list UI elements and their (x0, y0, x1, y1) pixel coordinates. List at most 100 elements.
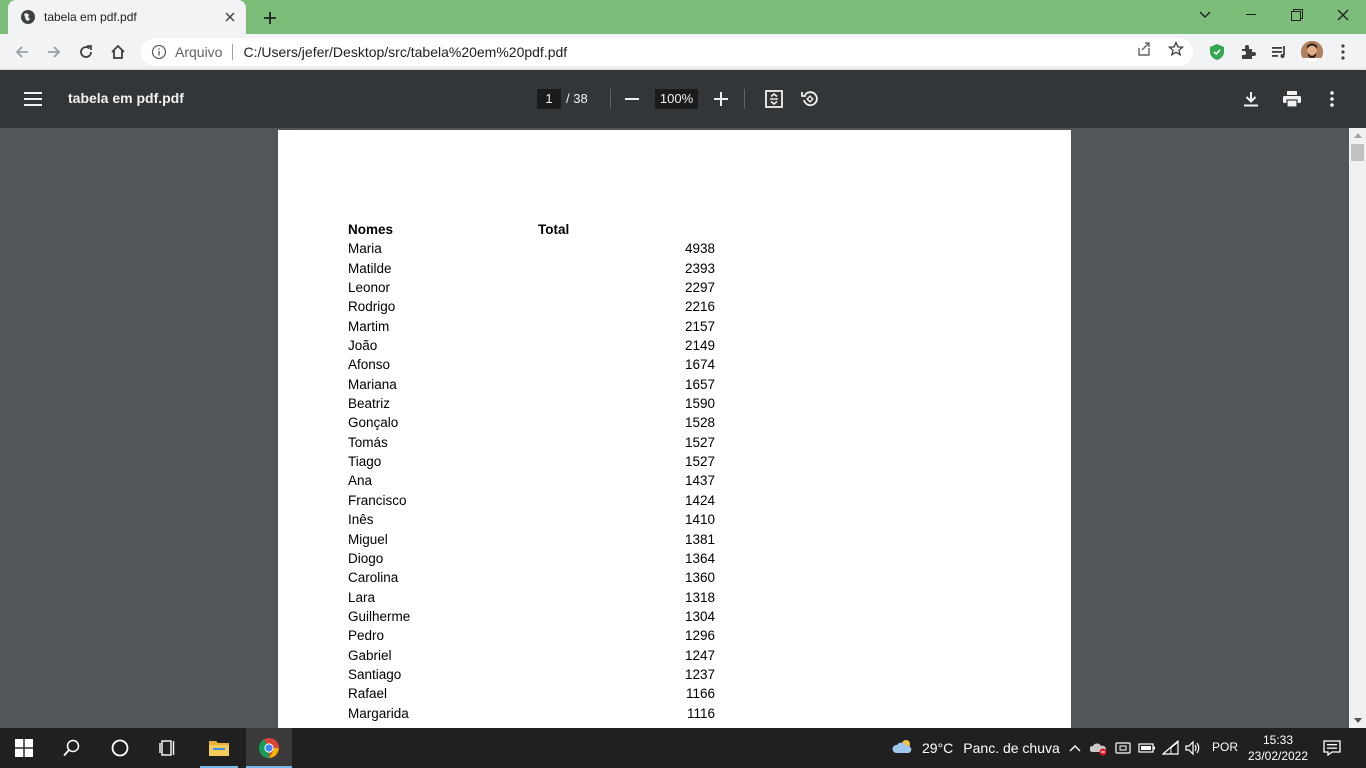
tab-title: tabela em pdf.pdf (44, 10, 137, 24)
windows-start-icon[interactable] (0, 728, 48, 768)
scroll-down-arrow-icon[interactable] (1349, 713, 1366, 728)
system-clock[interactable]: 15:33 23/02/2022 (1246, 732, 1310, 764)
windows-taskbar: 29°C Panc. de chuva POR 15:33 23/02/2022 (0, 728, 1366, 768)
scroll-up-arrow-icon[interactable] (1349, 128, 1366, 143)
vertical-scrollbar[interactable] (1349, 128, 1366, 728)
scrollbar-thumb[interactable] (1351, 144, 1364, 161)
zoom-in-button[interactable] (709, 87, 733, 111)
zoom-input[interactable]: 100% (655, 89, 698, 109)
file-explorer-icon[interactable] (195, 728, 243, 768)
row-name: Afonso (348, 357, 391, 373)
close-tab-icon[interactable] (222, 9, 238, 25)
row-total: 2157 (684, 318, 715, 334)
reload-button[interactable] (72, 38, 100, 66)
input-language[interactable]: POR (1212, 740, 1238, 754)
row-total: 1437 (684, 473, 715, 489)
url-text[interactable]: C:/Users/jefer/Desktop/src/tabela%20em%2… (243, 44, 567, 60)
close-window-button[interactable] (1320, 0, 1366, 30)
tab-search-button[interactable] (1182, 0, 1228, 30)
new-tab-button[interactable] (258, 6, 282, 30)
row-name: Leonor (348, 280, 391, 296)
row-total: 1528 (684, 415, 715, 431)
bookmark-star-icon[interactable] (1167, 40, 1185, 58)
browser-tab[interactable]: tabela em pdf.pdf (8, 0, 246, 34)
row-name: Maria (348, 241, 382, 257)
row-name: Carolina (348, 570, 399, 586)
scheme-label: Arquivo (175, 44, 223, 60)
pdf-toolbar: tabela em pdf.pdf 1 / 38 100% (0, 70, 1366, 128)
row-name: Diogo (348, 550, 384, 566)
wifi-icon[interactable] (1162, 739, 1180, 757)
row-name: Miguel (348, 531, 388, 547)
forward-button[interactable] (40, 38, 68, 66)
notification-center-icon[interactable] (1322, 738, 1342, 758)
page-number-input[interactable]: 1 (537, 89, 561, 109)
address-bar[interactable]: Arquivo C:/Users/jefer/Desktop/src/tabel… (141, 38, 1193, 66)
header-total: Total (538, 222, 570, 237)
info-icon[interactable] (151, 44, 167, 60)
weather-temperature: 29°C (922, 740, 954, 756)
cortana-icon[interactable] (96, 728, 144, 768)
show-hidden-icons-chevron-icon[interactable] (1066, 739, 1084, 757)
toolbar-divider (744, 89, 745, 109)
row-total: 1237 (684, 666, 715, 682)
search-icon[interactable] (48, 728, 96, 768)
row-total: 1527 (684, 434, 715, 450)
minimize-button[interactable] (1228, 0, 1274, 30)
row-total: 1247 (684, 647, 715, 663)
row-name: Tiago (348, 454, 382, 470)
shield-extension-icon[interactable] (1207, 42, 1227, 62)
profile-avatar[interactable] (1301, 41, 1323, 63)
row-total: 1360 (684, 570, 715, 586)
toolbar-divider (610, 89, 611, 109)
globe-icon (20, 9, 36, 25)
row-total: 1410 (684, 512, 715, 528)
restore-button[interactable] (1274, 0, 1320, 30)
puzzle-extensions-icon[interactable] (1238, 42, 1258, 62)
row-name: Gonçalo (348, 415, 399, 431)
weather-widget[interactable]: 29°C Panc. de chuva (892, 728, 1060, 768)
row-name: Pedro (348, 628, 385, 644)
sidebar-menu-icon[interactable] (22, 88, 44, 110)
home-button[interactable] (104, 38, 132, 66)
task-view-icon[interactable] (144, 728, 192, 768)
row-name: Gabriel (348, 647, 392, 663)
media-control-icon[interactable] (1269, 42, 1289, 62)
browser-toolbar: Arquivo C:/Users/jefer/Desktop/src/tabel… (0, 34, 1366, 70)
zoom-out-button[interactable] (620, 87, 644, 111)
row-total: 4938 (684, 241, 715, 257)
row-total: 1318 (684, 589, 715, 605)
share-icon[interactable] (1135, 40, 1153, 58)
row-name: Beatriz (348, 396, 391, 412)
row-name: Rodrigo (348, 299, 396, 315)
onedrive-error-icon[interactable] (1090, 739, 1108, 757)
row-name: Margarida (348, 705, 409, 721)
battery-icon[interactable] (1138, 739, 1156, 757)
rotate-icon[interactable] (798, 87, 822, 111)
more-options-icon[interactable] (1320, 87, 1344, 111)
pdf-title: tabela em pdf.pdf (68, 90, 184, 106)
download-icon[interactable] (1239, 87, 1263, 111)
volume-icon[interactable] (1184, 739, 1202, 757)
print-icon[interactable] (1280, 87, 1304, 111)
browser-menu-icon[interactable] (1333, 42, 1353, 62)
fit-page-icon[interactable] (762, 87, 786, 111)
browser-tab-strip: tabela em pdf.pdf (0, 0, 1366, 34)
clock-date: 23/02/2022 (1247, 749, 1309, 763)
back-button[interactable] (8, 38, 36, 66)
row-name: Inês (348, 512, 374, 528)
pdf-page: Nomes Total Maria 4938 Matilde 2393 Leonor 22… (278, 130, 1071, 728)
row-total: 1424 (684, 492, 715, 508)
pdf-viewer[interactable]: Nomes Total Maria 4938 Matilde 2393 Leonor 22… (0, 128, 1366, 728)
row-name: Matilde (348, 260, 392, 276)
row-name: Martim (348, 318, 390, 334)
header-nomes: Nomes (348, 222, 394, 237)
meet-now-icon[interactable] (1114, 739, 1132, 757)
weather-description: Panc. de chuva (963, 740, 1060, 756)
row-name: Francisco (348, 492, 407, 508)
row-name: Rafael (348, 686, 388, 702)
row-name: Guilherme (348, 608, 411, 624)
row-total: 1364 (684, 550, 715, 566)
chrome-icon[interactable] (245, 728, 293, 768)
row-name: Mariana (348, 376, 397, 392)
